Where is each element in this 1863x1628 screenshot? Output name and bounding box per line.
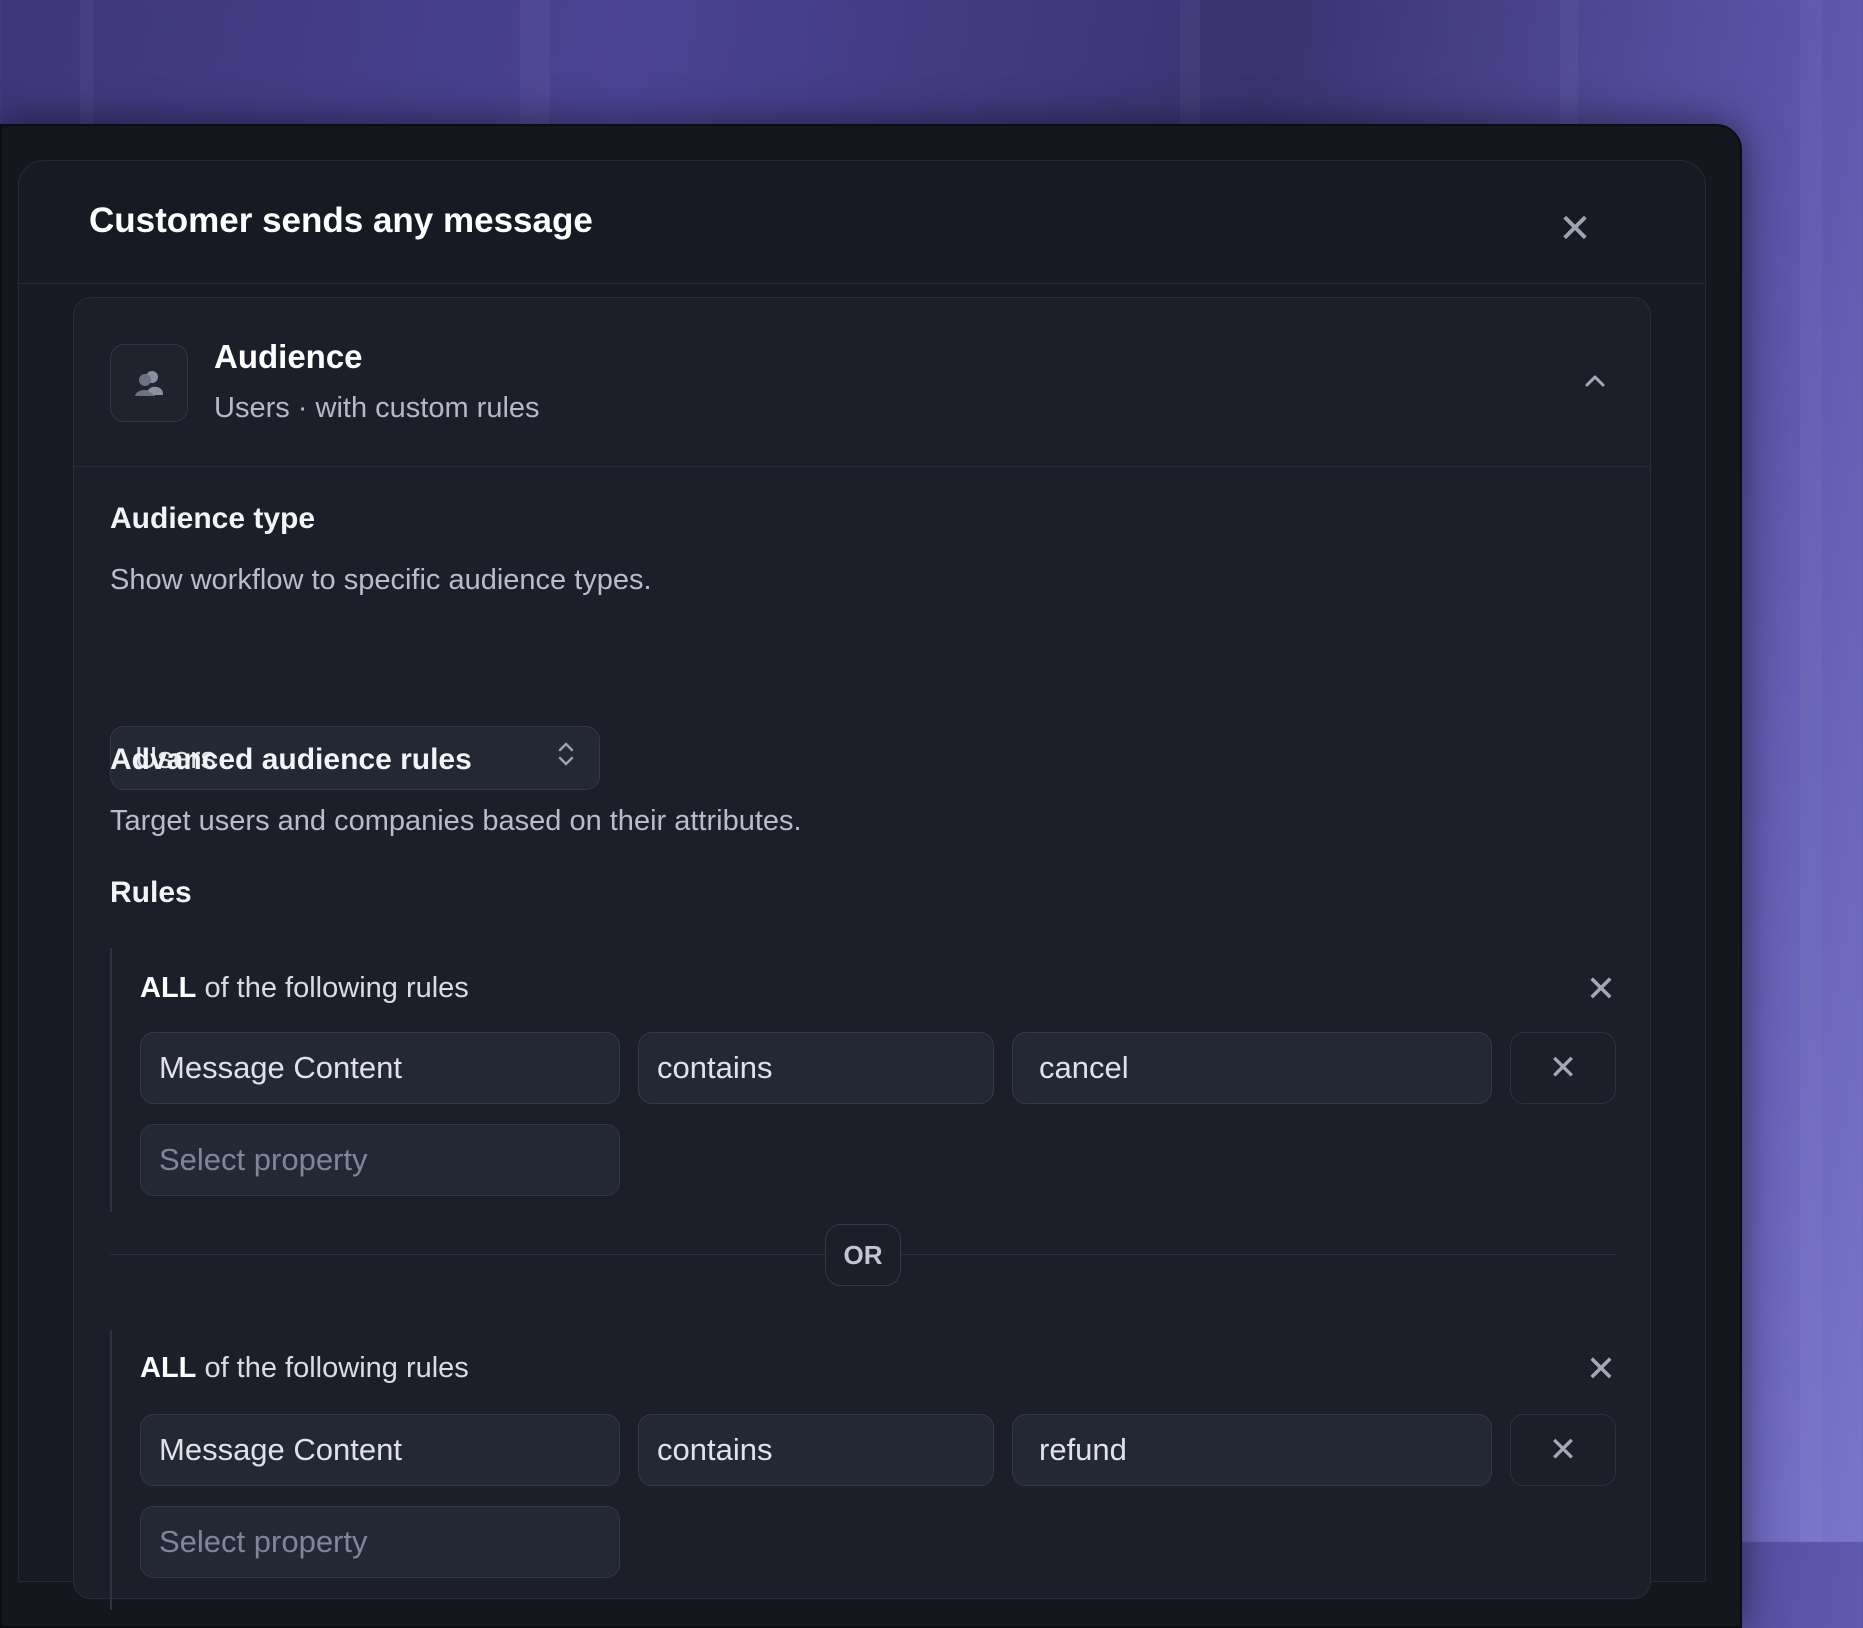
remove-group-icon[interactable]: ✕ — [1584, 971, 1618, 1007]
advanced-rules-label: Advanced audience rules — [110, 743, 472, 776]
group-label-rest: of the following rules — [204, 1352, 469, 1384]
audience-type-label: Audience type — [110, 502, 316, 535]
select-property-field[interactable]: Select property — [140, 1506, 620, 1578]
audience-subtitle: Users · with custom rules — [214, 392, 540, 424]
modal-header: Customer sends any message ✕ — [19, 161, 1705, 284]
audience-title: Audience — [214, 338, 363, 375]
value-field[interactable]: cancel — [1012, 1032, 1492, 1104]
chevron-up-icon[interactable] — [1580, 366, 1610, 396]
remove-rule-icon[interactable]: ✕ — [1510, 1414, 1616, 1486]
group-quantifier[interactable]: ALL — [140, 1352, 196, 1384]
group-label: ALL of the following rules — [140, 1352, 469, 1385]
group-quantifier[interactable]: ALL — [140, 972, 196, 1004]
users-icon — [110, 344, 188, 422]
operator-field[interactable]: contains — [638, 1414, 994, 1486]
modal-title: Customer sends any message — [89, 201, 593, 240]
up-down-icon — [557, 739, 575, 777]
property-field[interactable]: Message Content — [140, 1032, 620, 1104]
select-property-field[interactable]: Select property — [140, 1124, 620, 1196]
rule-group: ALL of the following rules ✕ Message Con… — [110, 1330, 1616, 1610]
remove-group-icon[interactable]: ✕ — [1584, 1351, 1618, 1387]
audience-type-desc: Show workflow to specific audience types… — [110, 564, 652, 596]
property-field[interactable]: Message Content — [140, 1414, 620, 1486]
operator-field[interactable]: contains — [638, 1032, 994, 1104]
group-label-rest: of the following rules — [204, 972, 469, 1004]
audience-card: Audience Users · with custom rules Audie… — [73, 297, 1651, 1610]
close-icon[interactable]: ✕ — [1555, 209, 1595, 249]
workflow-modal: Customer sends any message ✕ Audience Us… — [18, 160, 1706, 1610]
remove-rule-icon[interactable]: ✕ — [1510, 1032, 1616, 1104]
group-label: ALL of the following rules — [140, 972, 469, 1005]
advanced-rules-desc: Target users and companies based on thei… — [110, 805, 802, 837]
rule-group: ALL of the following rules ✕ Message Con… — [110, 948, 1616, 1212]
or-badge[interactable]: OR — [825, 1224, 901, 1286]
audience-header[interactable]: Audience Users · with custom rules — [74, 298, 1650, 467]
value-field[interactable]: refund — [1012, 1414, 1492, 1486]
rules-label: Rules — [110, 876, 192, 909]
